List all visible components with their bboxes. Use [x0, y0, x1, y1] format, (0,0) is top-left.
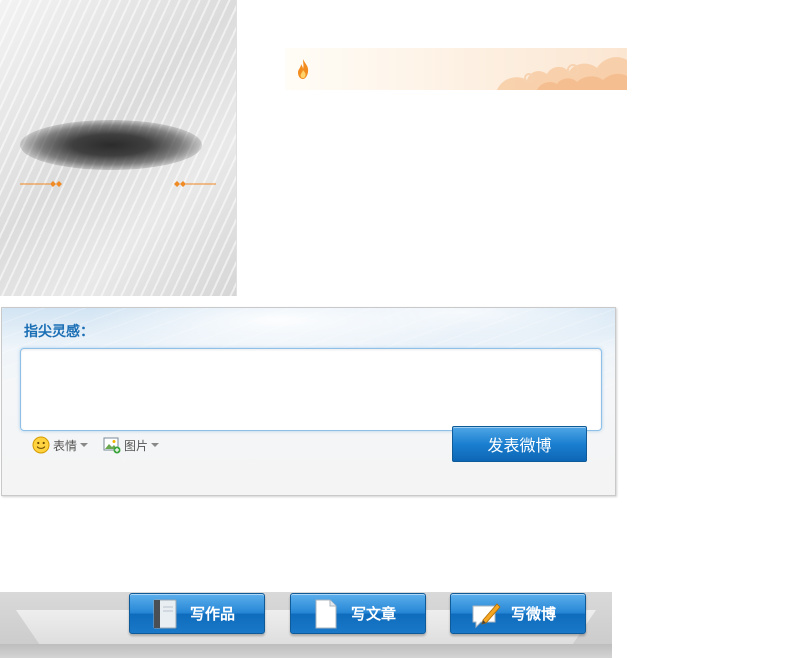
cloud-pattern-icon — [497, 57, 627, 90]
write-works-label: 写作品 — [190, 605, 236, 623]
post-textarea[interactable] — [20, 348, 602, 431]
flame-icon — [298, 59, 309, 79]
ornament-right-icon — [174, 181, 216, 187]
emoji-label: 表情 — [53, 438, 78, 453]
smiley-icon — [32, 436, 50, 454]
book-icon — [153, 599, 177, 628]
write-works-button[interactable]: 写作品 — [129, 593, 265, 634]
image-button[interactable]: 图片 — [103, 435, 160, 455]
write-article-label: 写文章 — [351, 605, 397, 623]
ornament-left-icon — [20, 181, 62, 187]
post-composer: 指尖灵感： 表情 图片 发表微博 — [1, 307, 616, 496]
chevron-down-icon — [151, 443, 160, 447]
post-title: 指尖灵感： — [24, 324, 94, 340]
write-weibo-label: 写微博 — [511, 605, 557, 623]
ink-blot-decoration — [20, 120, 202, 170]
write-article-button[interactable]: 写文章 — [290, 593, 426, 634]
image-label: 图片 — [124, 438, 149, 453]
document-icon — [315, 599, 337, 628]
emoji-button[interactable]: 表情 — [32, 435, 89, 455]
chevron-down-icon — [80, 443, 89, 447]
publish-weibo-button[interactable]: 发表微博 — [452, 426, 587, 462]
write-weibo-button[interactable]: 写微博 — [450, 593, 586, 634]
shelf-front-edge — [0, 644, 612, 658]
picture-icon — [103, 437, 121, 454]
banner-strip — [285, 48, 627, 90]
speech-pencil-icon — [472, 602, 501, 628]
decorative-panel — [0, 0, 237, 296]
action-shelf: 写作品 写文章 写微博 — [0, 592, 612, 658]
